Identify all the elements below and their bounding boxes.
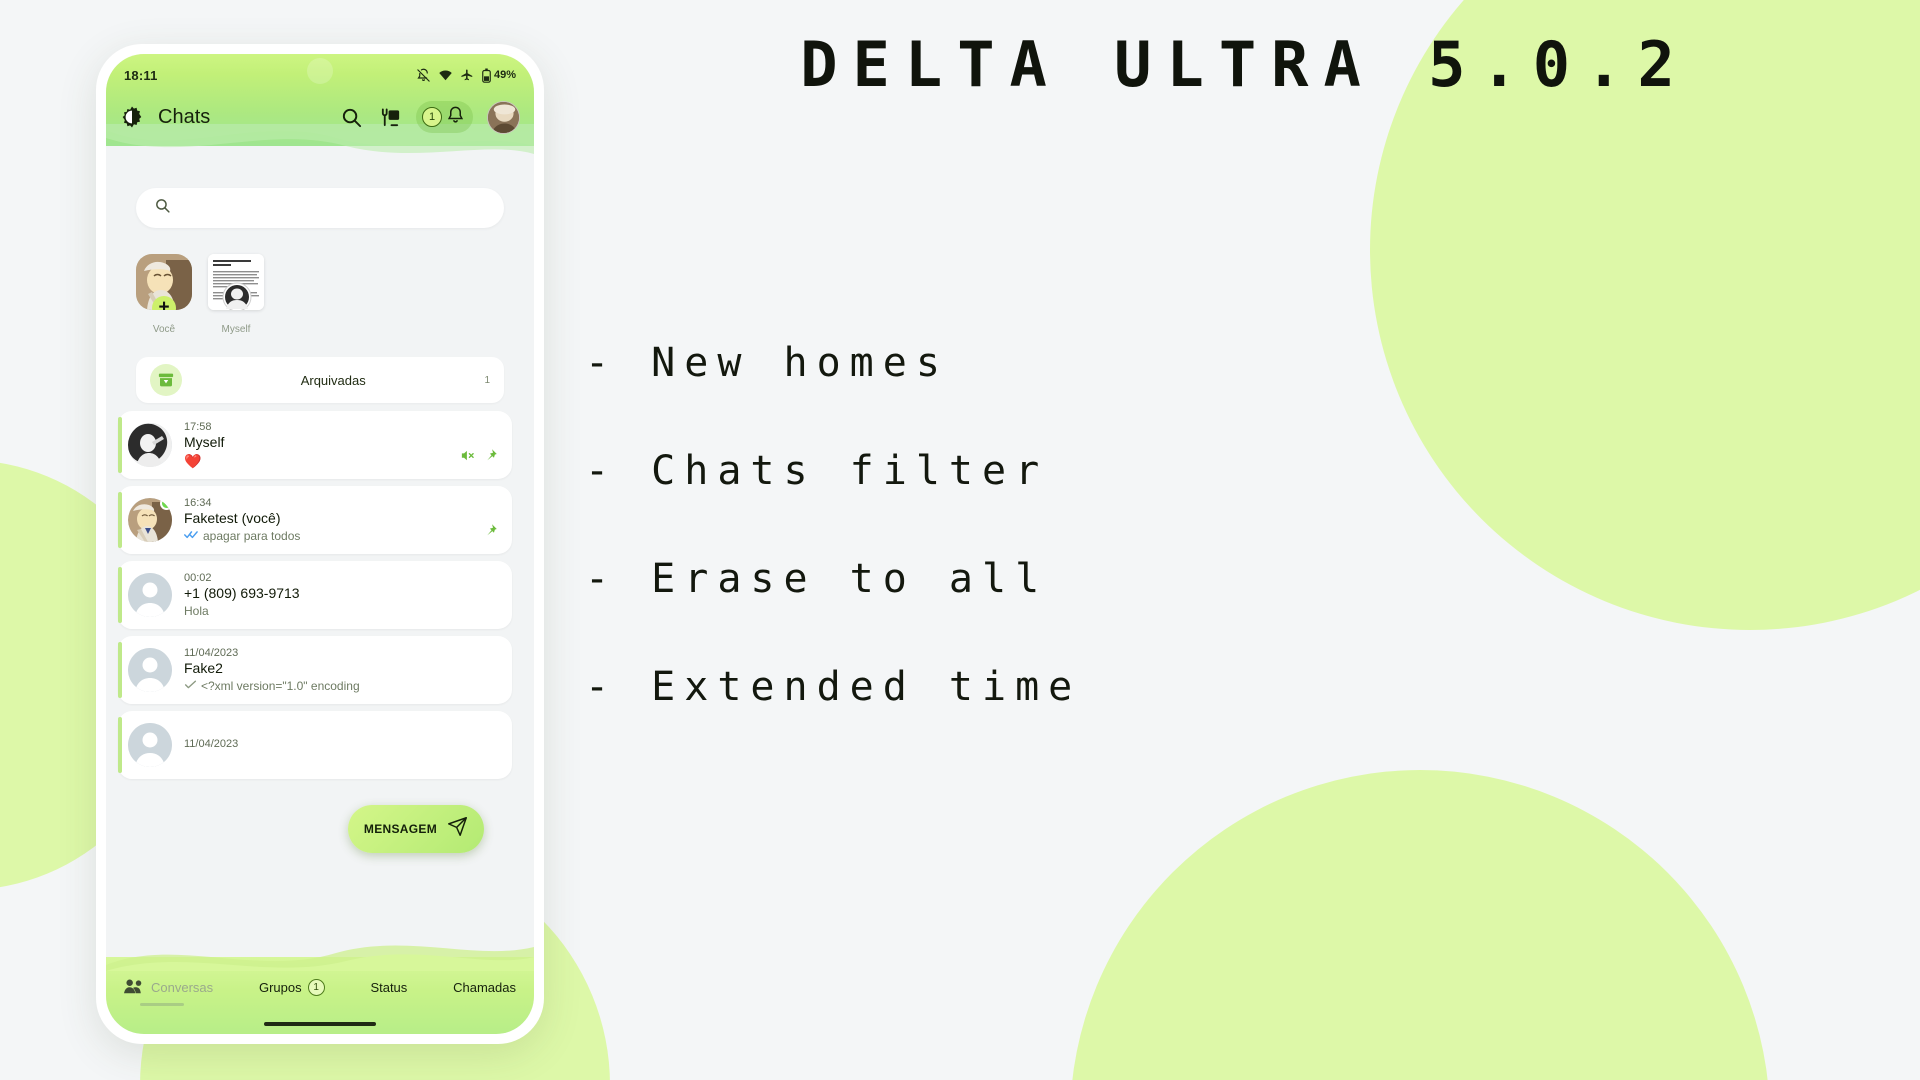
archive-icon <box>150 364 182 396</box>
list-item: - Erase to all <box>585 556 1049 602</box>
sidebar-item-chamadas[interactable]: Chamadas <box>453 980 516 995</box>
notification-count-badge: 1 <box>422 107 442 127</box>
home-indicator <box>264 1022 376 1026</box>
avatar <box>128 498 172 542</box>
chat-message: Hola <box>184 604 486 618</box>
avatar <box>128 648 172 692</box>
table-row[interactable]: 16:34 Faketest (você) apagar para todos <box>118 486 512 554</box>
pin-icon <box>483 523 498 543</box>
chat-list: 17:58 Myself ❤️ 16:34 Faketest (você) ap… <box>106 411 534 779</box>
notifications-pill[interactable]: 1 <box>416 101 473 133</box>
sidebar-item-status[interactable]: Status <box>370 980 407 995</box>
single-check-icon <box>184 679 197 693</box>
sidebar-item-conversas[interactable]: Conversas <box>124 977 213 998</box>
avatar <box>128 573 172 617</box>
chat-time: 11/04/2023 <box>184 737 239 750</box>
chat-message-text: apagar para todos <box>203 529 301 543</box>
chat-time: 17:58 <box>184 420 212 433</box>
table-row[interactable]: 17:58 Myself ❤️ <box>118 411 512 479</box>
sidebar-item-label: Chamadas <box>453 980 516 995</box>
search-input[interactable] <box>183 200 486 216</box>
send-icon <box>447 816 468 842</box>
table-row[interactable]: 11/04/2023 Fake2 <?xml version="1.0" enc… <box>118 636 512 704</box>
chat-name: Faketest (você) <box>184 510 281 526</box>
table-row[interactable]: 11/04/2023 <box>118 711 512 779</box>
search-bar[interactable] <box>136 188 504 228</box>
bottom-navigation: Conversas Grupos 1 Status Chamadas <box>106 945 534 1034</box>
list-item: - New homes <box>585 340 949 386</box>
avatar <box>128 423 172 467</box>
linked-devices-icon[interactable] <box>379 106 402 129</box>
chat-message: ❤️ <box>184 453 448 470</box>
status-bar-time: 18:11 <box>124 67 158 83</box>
status-badge: 1 <box>307 979 325 996</box>
fab-label: MENSAGEM <box>363 822 437 836</box>
sidebar-item-label: Status <box>370 980 408 995</box>
search-icon <box>154 197 171 219</box>
chat-message-text: <?xml version="1.0" encoding <box>201 679 360 693</box>
sidebar-item-label: Grupos <box>258 980 302 995</box>
page-root: 18:11 49% Chats 1 + Você Myself Arquivad… <box>0 0 1920 1080</box>
online-status-dot <box>160 498 172 510</box>
sidebar-item-grupos[interactable]: Grupos 1 <box>259 979 325 996</box>
double-check-icon <box>184 529 199 543</box>
mute-icon <box>460 448 475 468</box>
sidebar-item-label: Conversas <box>151 980 214 995</box>
chat-message: <?xml version="1.0" encoding <box>184 679 486 693</box>
search-icon[interactable] <box>340 106 363 129</box>
bell-icon <box>446 105 465 129</box>
story-thumbnail: + <box>136 254 192 310</box>
list-item: - Chats filter <box>585 448 1049 494</box>
profile-avatar[interactable] <box>487 100 520 134</box>
archived-row[interactable]: Arquivadas 1 <box>136 357 504 403</box>
airplane-icon <box>460 68 474 82</box>
promo-title: DELTA ULTRA 5.0.2 <box>800 28 1690 101</box>
chat-message-text: Hola <box>184 604 209 618</box>
story-item-add-status[interactable]: + Você <box>136 254 192 335</box>
chat-message: apagar para todos <box>184 529 471 543</box>
app-bar: Chats 1 <box>106 88 534 146</box>
story-thumbnail <box>208 254 264 310</box>
table-row[interactable]: 00:02 +1 (809) 693-9713 Hola <box>118 561 512 629</box>
battery-indicator: 49% <box>481 68 516 83</box>
pin-icon <box>483 448 498 468</box>
archived-label: Arquivadas <box>300 372 366 388</box>
page-title: Chats <box>158 105 211 128</box>
story-item-myself[interactable]: Myself <box>208 254 264 335</box>
chat-time: 16:34 <box>184 497 212 509</box>
active-tab-underline <box>140 1003 184 1006</box>
story-label: Myself <box>221 324 251 335</box>
status-stories-row: + Você Myself <box>106 228 534 343</box>
chat-time: 00:02 <box>184 572 212 584</box>
phone-mockup: 18:11 49% Chats 1 + Você Myself Arquivad… <box>96 44 544 1044</box>
app-header: 18:11 49% Chats 1 <box>106 54 534 154</box>
archived-count: 1 <box>484 374 490 386</box>
promo-panel: DELTA ULTRA 5.0.2 - New homes - Chats fi… <box>585 0 1920 1080</box>
bottom-nav-wave-decoration <box>106 945 534 971</box>
chats-body: + Você Myself Arquivadas 1 17:58 Myself … <box>106 146 534 957</box>
chat-name: Fake2 <box>184 660 223 676</box>
chat-message-text: ❤️ <box>184 452 202 469</box>
chat-name: +1 (809) 693-9713 <box>184 585 300 601</box>
battery-percent: 49% <box>493 69 516 81</box>
status-bar: 18:11 49% <box>106 62 534 88</box>
bell-slash-icon <box>416 68 431 83</box>
brightness-icon[interactable] <box>120 105 144 129</box>
feature-list: - New homes - Chats filter - Erase to al… <box>585 340 1685 772</box>
phone-frame: 18:11 49% Chats 1 + Você Myself Arquivad… <box>96 44 544 1044</box>
story-label: Você <box>152 324 176 335</box>
people-icon <box>124 977 145 998</box>
chat-name: Myself <box>184 433 225 450</box>
phone-screen: 18:11 49% Chats 1 + Você Myself Arquivad… <box>106 54 534 1034</box>
list-item: - Extended time <box>585 664 1082 710</box>
new-message-fab[interactable]: MENSAGEM <box>347 805 484 853</box>
chat-time: 11/04/2023 <box>184 647 239 659</box>
wifi-icon <box>438 68 453 83</box>
avatar <box>128 723 172 767</box>
